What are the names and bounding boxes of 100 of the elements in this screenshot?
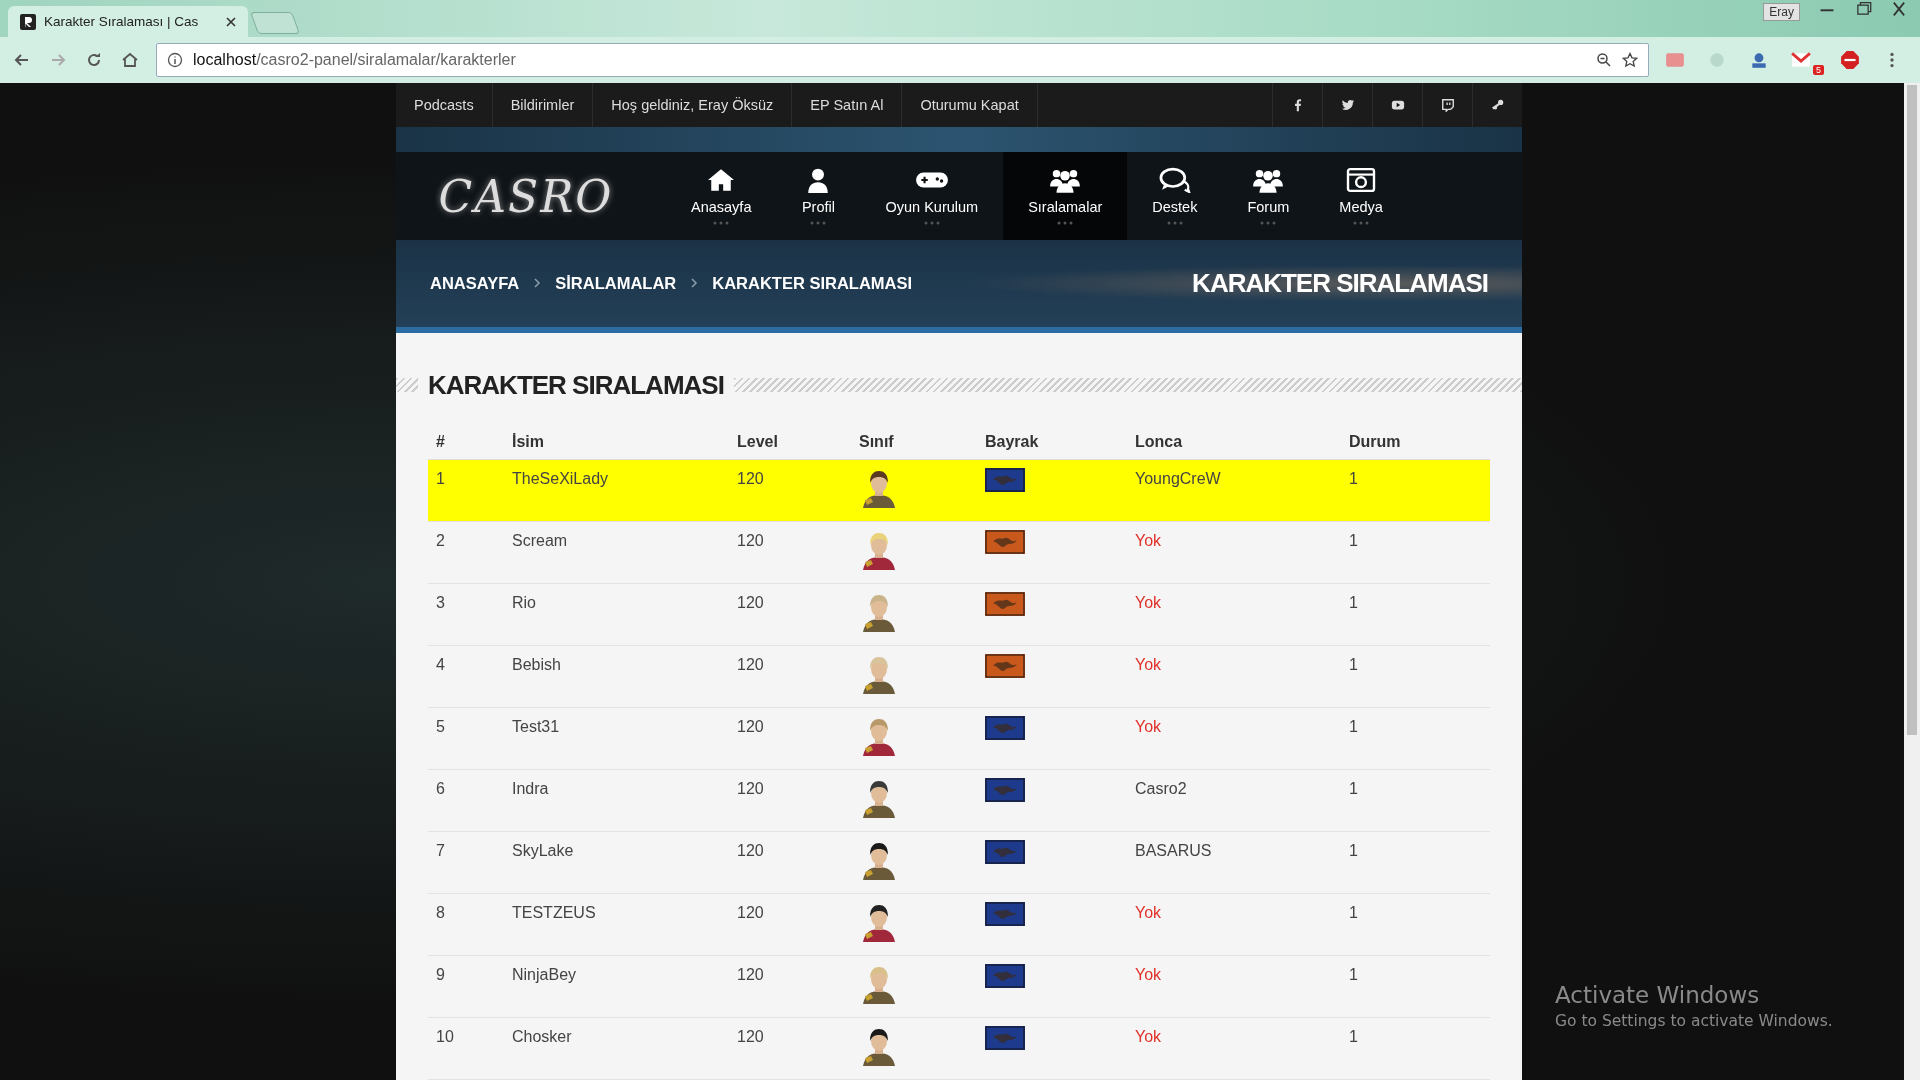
dots-icon <box>923 221 940 225</box>
table-cell: 7 <box>436 842 445 859</box>
table-cell: 8 <box>436 904 445 921</box>
dots-icon <box>1353 221 1370 225</box>
scrollbar[interactable] <box>1904 83 1920 1080</box>
table-cell: 2 <box>436 532 445 549</box>
table-cell: 1 <box>1349 470 1358 487</box>
table-cell: 120 <box>737 470 764 487</box>
tab-title: Karakter Sıralaması | Cas <box>44 14 200 29</box>
table-cell: NinjaBey <box>512 966 577 983</box>
table-cell: SkyLake <box>512 842 574 859</box>
table-cell: Indra <box>512 780 549 797</box>
chat-bubble-icon[interactable] <box>1440 98 1455 112</box>
table-cell: 4 <box>436 656 445 673</box>
table-cell: 120 <box>737 718 764 735</box>
bird-icon[interactable] <box>1340 98 1355 112</box>
table-cell: TheSeXiLady <box>512 470 609 487</box>
activation-title: Activate Windows <box>1555 982 1761 1008</box>
stop-sign-icon[interactable] <box>1840 50 1860 70</box>
nav-item[interactable]: Oyun Kurulum <box>860 152 1004 240</box>
column-header: İsim <box>504 425 729 460</box>
column-header: # <box>428 425 504 460</box>
play-icon[interactable] <box>1390 98 1405 112</box>
table-cell: 1 <box>1349 842 1358 859</box>
table-cell: 3 <box>436 594 445 611</box>
table-cell: 1 <box>1349 532 1358 549</box>
site-logo[interactable]: CASRO <box>426 152 626 240</box>
table-cell: 1 <box>1349 594 1358 611</box>
activation-text: Go to Settings to activate Windows. <box>1555 1012 1834 1030</box>
table-cell: 5 <box>436 718 445 735</box>
column-header: Sınıf <box>851 425 977 460</box>
close-icon[interactable] <box>226 16 236 27</box>
table-cell: Bebish <box>512 656 561 673</box>
star-icon[interactable] <box>1622 52 1638 68</box>
home-icon[interactable] <box>120 50 140 70</box>
table-cell: 120 <box>737 1028 764 1045</box>
address-field[interactable]: localhost/casro2-panel/siralamalar/karakterler <box>156 43 1649 77</box>
table-cell: 1 <box>1349 904 1358 921</box>
table-cell: 1 <box>1349 966 1358 983</box>
stripe-pattern <box>396 378 418 392</box>
nav-item[interactable]: Forum <box>1222 152 1315 240</box>
nav-item[interactable]: Anasayfa <box>666 152 777 240</box>
dots-icon <box>810 221 827 225</box>
column-header: Durum <box>1341 425 1490 460</box>
extension-icon[interactable] <box>1749 50 1769 70</box>
table-cell: Chosker <box>512 1028 572 1045</box>
column-header: Level <box>729 425 851 460</box>
nav-item[interactable]: Medya <box>1314 152 1408 240</box>
breadcrumb-link[interactable]: KARAKTER SIRALAMASI <box>712 273 913 293</box>
users-icon <box>1048 167 1083 193</box>
table-cell: Yok <box>1135 532 1162 549</box>
nav-item[interactable]: Profil <box>776 152 861 240</box>
table-cell: 120 <box>737 594 764 611</box>
dots-icon <box>1057 221 1074 225</box>
breadcrumb-link[interactable]: SİRALAMALAR <box>555 273 677 293</box>
table-cell: 120 <box>737 780 764 797</box>
table-cell: 1 <box>1349 718 1358 735</box>
table-cell: Test31 <box>512 718 560 735</box>
table-cell: 6 <box>436 780 445 797</box>
chevron-icon <box>690 277 699 290</box>
table-cell: Yok <box>1135 966 1162 983</box>
nav-item[interactable]: Destek <box>1127 152 1223 240</box>
browser-tab[interactable]: Karakter Sıralaması | Cas <box>8 6 248 37</box>
section-title: KARAKTER SIRALAMASI <box>428 369 724 401</box>
dots-icon <box>1166 221 1183 225</box>
table-cell: 120 <box>737 966 764 983</box>
table-cell: 1 <box>1349 656 1358 673</box>
table-cell: 1 <box>1349 1028 1358 1045</box>
chevron-icon <box>533 277 542 290</box>
table-cell: 1 <box>1349 780 1358 797</box>
table-cell: Casro2 <box>1135 780 1187 797</box>
scrollbar-thumb[interactable] <box>1907 85 1917 735</box>
table-cell: 120 <box>737 842 764 859</box>
breadcrumb-link[interactable]: ANASAYFA <box>430 273 520 293</box>
table-cell: Yok <box>1135 656 1162 673</box>
info-icon <box>167 52 183 68</box>
profile-button[interactable]: Eray <box>1763 3 1800 21</box>
table-cell: 9 <box>436 966 445 983</box>
table-cell: 1 <box>436 470 445 487</box>
mail-count-badge: 5 <box>1813 65 1824 75</box>
table-cell: Yok <box>1135 904 1162 921</box>
dots-icon <box>713 221 730 225</box>
table-cell: Scream <box>512 532 568 549</box>
table-cell: Yok <box>1135 718 1162 735</box>
column-header: Bayrak <box>977 425 1127 460</box>
table-cell: YoungCreW <box>1135 470 1221 487</box>
mail-icon <box>1791 50 1811 70</box>
chat-icon <box>1157 167 1192 193</box>
r-logo-icon <box>20 13 36 30</box>
table-cell: TESTZEUS <box>512 904 596 921</box>
table-cell: 120 <box>737 904 764 921</box>
banner-title: KARAKTER SIRALAMASI <box>1192 267 1488 299</box>
table-cell: Yok <box>1135 1028 1162 1045</box>
nav-item[interactable]: Sıralamalar <box>1003 152 1128 240</box>
dots-icon <box>1260 221 1277 225</box>
zoom-icon[interactable] <box>1596 52 1612 68</box>
table-cell: 10 <box>436 1028 454 1045</box>
table-cell: BASARUS <box>1135 842 1212 859</box>
table-cell: 120 <box>737 656 764 673</box>
users-icon <box>1251 167 1286 193</box>
